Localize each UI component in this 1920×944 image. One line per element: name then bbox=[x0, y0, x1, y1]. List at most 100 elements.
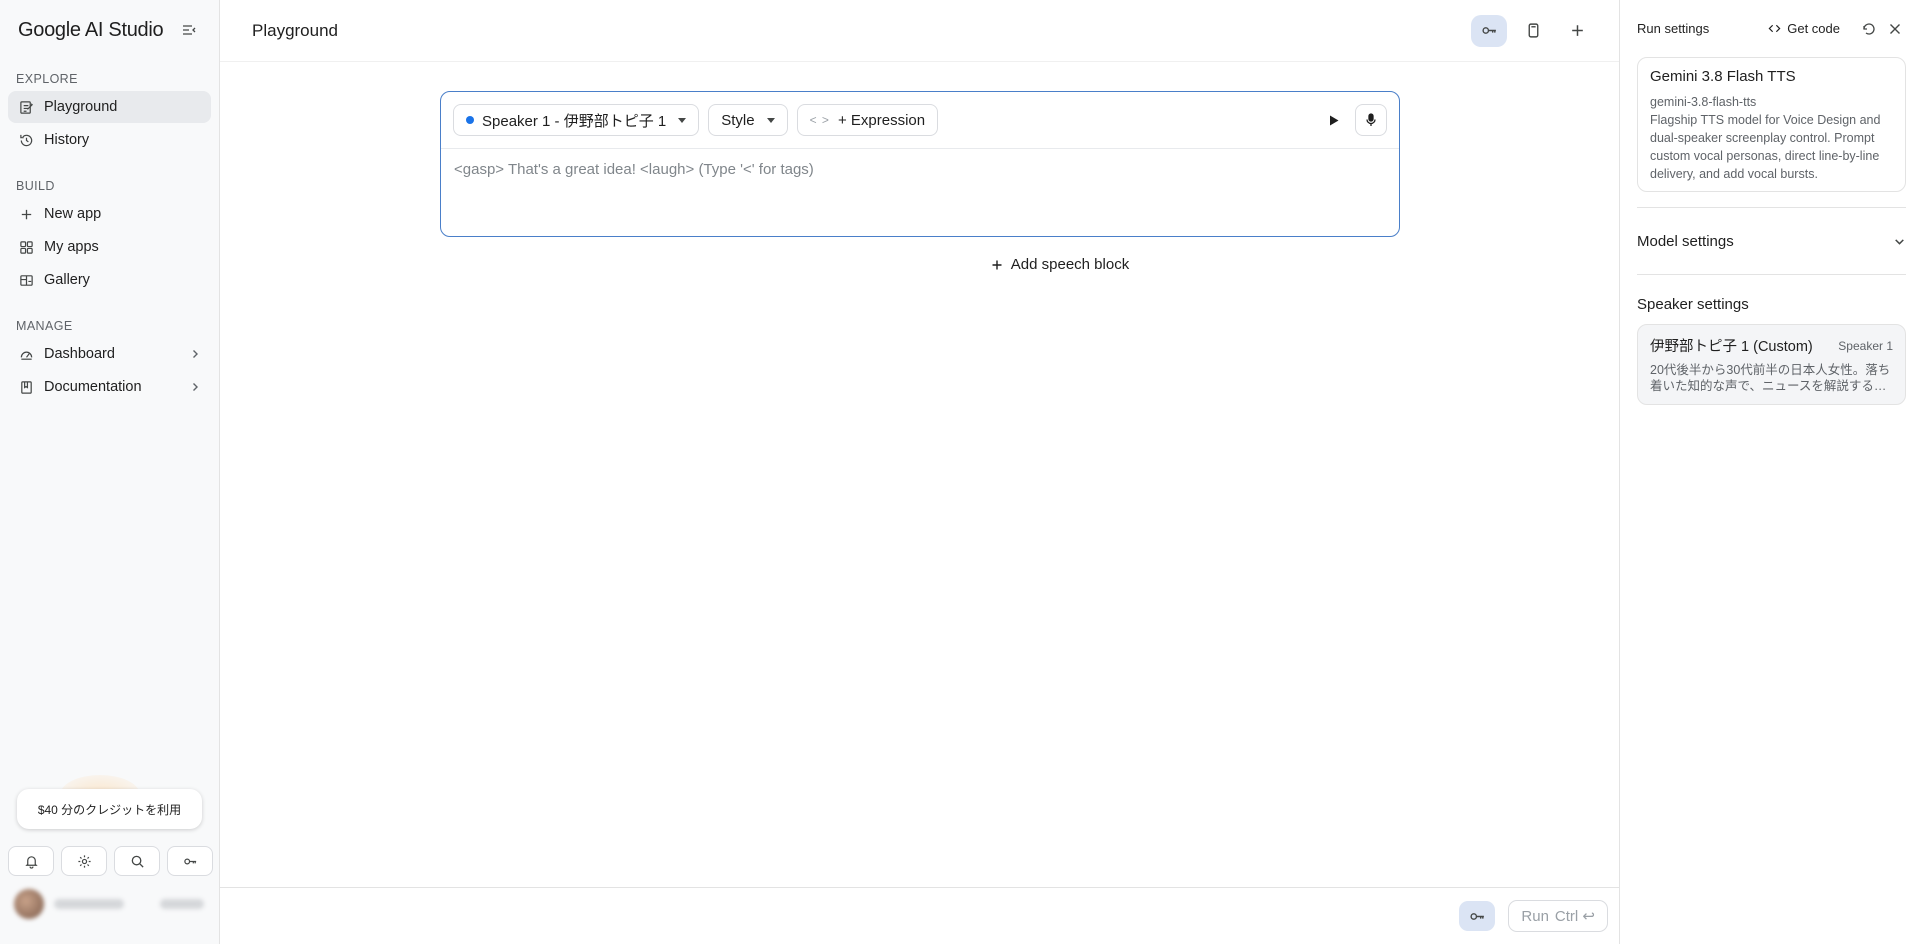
sidebar-item-label: New app bbox=[44, 206, 102, 222]
microphone-icon bbox=[1364, 113, 1378, 127]
add-speech-block-label: Add speech block bbox=[1010, 256, 1130, 273]
run-settings-title: Run settings bbox=[1637, 21, 1710, 36]
app-root: Google AI Studio EXPLORE Playground Hist… bbox=[0, 0, 1920, 944]
dashboard-icon bbox=[18, 346, 34, 362]
page-title: Playground bbox=[252, 20, 339, 40]
apps-grid-icon bbox=[18, 239, 34, 255]
avatar bbox=[14, 889, 44, 919]
bell-icon bbox=[24, 854, 39, 869]
add-expression-label: + Expression bbox=[837, 111, 926, 129]
sidebar: Google AI Studio EXPLORE Playground Hist… bbox=[0, 0, 220, 944]
get-code-button[interactable]: Get code bbox=[1768, 21, 1840, 36]
api-key-button[interactable] bbox=[167, 846, 213, 876]
speaker-color-dot bbox=[466, 116, 474, 124]
chevron-right-icon bbox=[189, 348, 201, 360]
search-icon bbox=[130, 854, 145, 869]
history-icon bbox=[18, 132, 34, 148]
model-id: gemini-3.8-flash-tts bbox=[1650, 95, 1757, 109]
style-select-label: Style bbox=[721, 111, 755, 129]
section-label-manage: MANAGE bbox=[16, 319, 73, 333]
style-select[interactable]: Style bbox=[708, 104, 788, 136]
copy-button[interactable] bbox=[1515, 15, 1551, 47]
plus-icon bbox=[991, 259, 1003, 271]
chevron-down-icon bbox=[1893, 235, 1906, 248]
api-key-footer-button[interactable] bbox=[1459, 901, 1496, 931]
sidebar-item-history[interactable]: History bbox=[8, 124, 211, 156]
notifications-button[interactable] bbox=[8, 846, 54, 876]
account-plan-redacted bbox=[160, 899, 204, 909]
sidebar-item-documentation[interactable]: Documentation bbox=[8, 371, 211, 403]
caret-down-icon bbox=[766, 117, 775, 123]
use-credits-button[interactable]: $40 分のクレジットを利用 bbox=[17, 789, 202, 829]
search-button[interactable] bbox=[114, 846, 160, 876]
gallery-icon bbox=[18, 272, 34, 288]
plus-icon bbox=[1569, 22, 1586, 39]
speaker-select-label: Speaker 1 - 伊野部トピ子 1 bbox=[482, 112, 667, 130]
divider bbox=[1637, 274, 1906, 275]
api-key-toggle-button[interactable] bbox=[1471, 14, 1507, 47]
model-name: Gemini 3.8 Flash TTS bbox=[1650, 68, 1796, 85]
code-tag-icon: < > bbox=[809, 113, 830, 127]
account-name-redacted bbox=[54, 899, 124, 909]
sidebar-item-new-app[interactable]: New app bbox=[8, 198, 211, 230]
speech-block-toolbar: Speaker 1 - 伊野部トピ子 1 Style < > + Express… bbox=[441, 92, 1399, 149]
reset-settings-button[interactable] bbox=[1858, 18, 1880, 40]
speaker-card[interactable]: 伊野部トピ子 1 (Custom) Speaker 1 20代後半から30代前半… bbox=[1637, 324, 1906, 405]
add-speech-block-button[interactable]: Add speech block bbox=[991, 256, 1129, 273]
speaker-settings-title: Speaker settings bbox=[1637, 296, 1749, 313]
brand-logo[interactable]: Google AI Studio bbox=[18, 19, 164, 42]
model-description: Flagship TTS model for Voice Design and … bbox=[1650, 113, 1881, 181]
account-menu[interactable] bbox=[14, 887, 204, 921]
main-footer: Run Ctrl ↩ bbox=[220, 887, 1620, 944]
run-label: Run bbox=[1521, 907, 1549, 925]
speech-block: Speaker 1 - 伊野部トピ子 1 Style < > + Express… bbox=[440, 91, 1400, 237]
sidebar-item-label: Playground bbox=[44, 99, 118, 115]
section-label-build: BUILD bbox=[16, 179, 55, 193]
sidebar-item-label: My apps bbox=[44, 239, 99, 255]
settings-button[interactable] bbox=[61, 846, 107, 876]
sidebar-tools bbox=[8, 846, 213, 876]
sidebar-item-label: Documentation bbox=[44, 379, 142, 395]
speaker-select[interactable]: Speaker 1 - 伊野部トピ子 1 bbox=[453, 104, 700, 136]
new-button[interactable] bbox=[1559, 15, 1595, 47]
book-icon bbox=[18, 379, 34, 395]
speech-block-actions bbox=[1323, 104, 1387, 136]
sidebar-item-label: History bbox=[44, 132, 90, 148]
key-icon bbox=[1481, 22, 1498, 39]
model-settings-toggle[interactable]: Model settings bbox=[1620, 208, 1920, 274]
sidebar-item-my-apps[interactable]: My apps bbox=[8, 231, 211, 263]
key-icon bbox=[1469, 908, 1486, 925]
reset-icon bbox=[1862, 22, 1876, 36]
header-actions bbox=[1471, 14, 1595, 47]
sidebar-item-gallery[interactable]: Gallery bbox=[8, 264, 211, 296]
add-speech-block-row: Add speech block bbox=[220, 256, 1620, 273]
key-icon bbox=[183, 854, 198, 869]
sidebar-item-playground[interactable]: Playground bbox=[8, 91, 211, 123]
speech-text-input[interactable]: <gasp> That's a great idea! <laugh> (Typ… bbox=[441, 149, 1399, 190]
caret-down-icon bbox=[678, 117, 687, 123]
settings-icon bbox=[77, 854, 92, 869]
collapse-sidebar-icon[interactable] bbox=[175, 16, 203, 44]
main-content: Playground Speaker 1 - 伊野部トピ子 1 Style < … bbox=[220, 0, 1620, 944]
section-label-explore: EXPLORE bbox=[16, 72, 78, 86]
copy-icon bbox=[1525, 22, 1542, 39]
sidebar-item-label: Gallery bbox=[44, 272, 90, 288]
run-shortcut: Ctrl ↩ bbox=[1554, 908, 1595, 925]
add-expression-button[interactable]: < > + Expression bbox=[796, 104, 939, 136]
speaker-description: 20代後半から30代前半の日本人女性。落ち着いた知的な声で、ニュースを解説する人… bbox=[1650, 363, 1891, 393]
close-panel-button[interactable] bbox=[1884, 18, 1906, 40]
play-icon bbox=[1329, 115, 1339, 126]
main-header: Playground bbox=[220, 0, 1619, 62]
sidebar-item-dashboard[interactable]: Dashboard bbox=[8, 338, 211, 370]
run-button[interactable]: Run Ctrl ↩ bbox=[1508, 900, 1608, 932]
record-button[interactable] bbox=[1355, 104, 1387, 136]
speaker-tag: Speaker 1 bbox=[1838, 338, 1893, 353]
sidebar-item-label: Dashboard bbox=[44, 346, 115, 362]
close-icon bbox=[1888, 22, 1902, 36]
playground-icon bbox=[18, 99, 34, 115]
model-selector-card[interactable]: Gemini 3.8 Flash TTS gemini-3.8-flash-tt… bbox=[1637, 57, 1906, 192]
run-settings-header: Run settings Get code bbox=[1620, 0, 1920, 57]
play-button[interactable] bbox=[1323, 109, 1345, 131]
chevron-right-icon bbox=[189, 381, 201, 393]
run-settings-panel: Run settings Get code Gemini 3.8 Flash T… bbox=[1620, 0, 1920, 944]
